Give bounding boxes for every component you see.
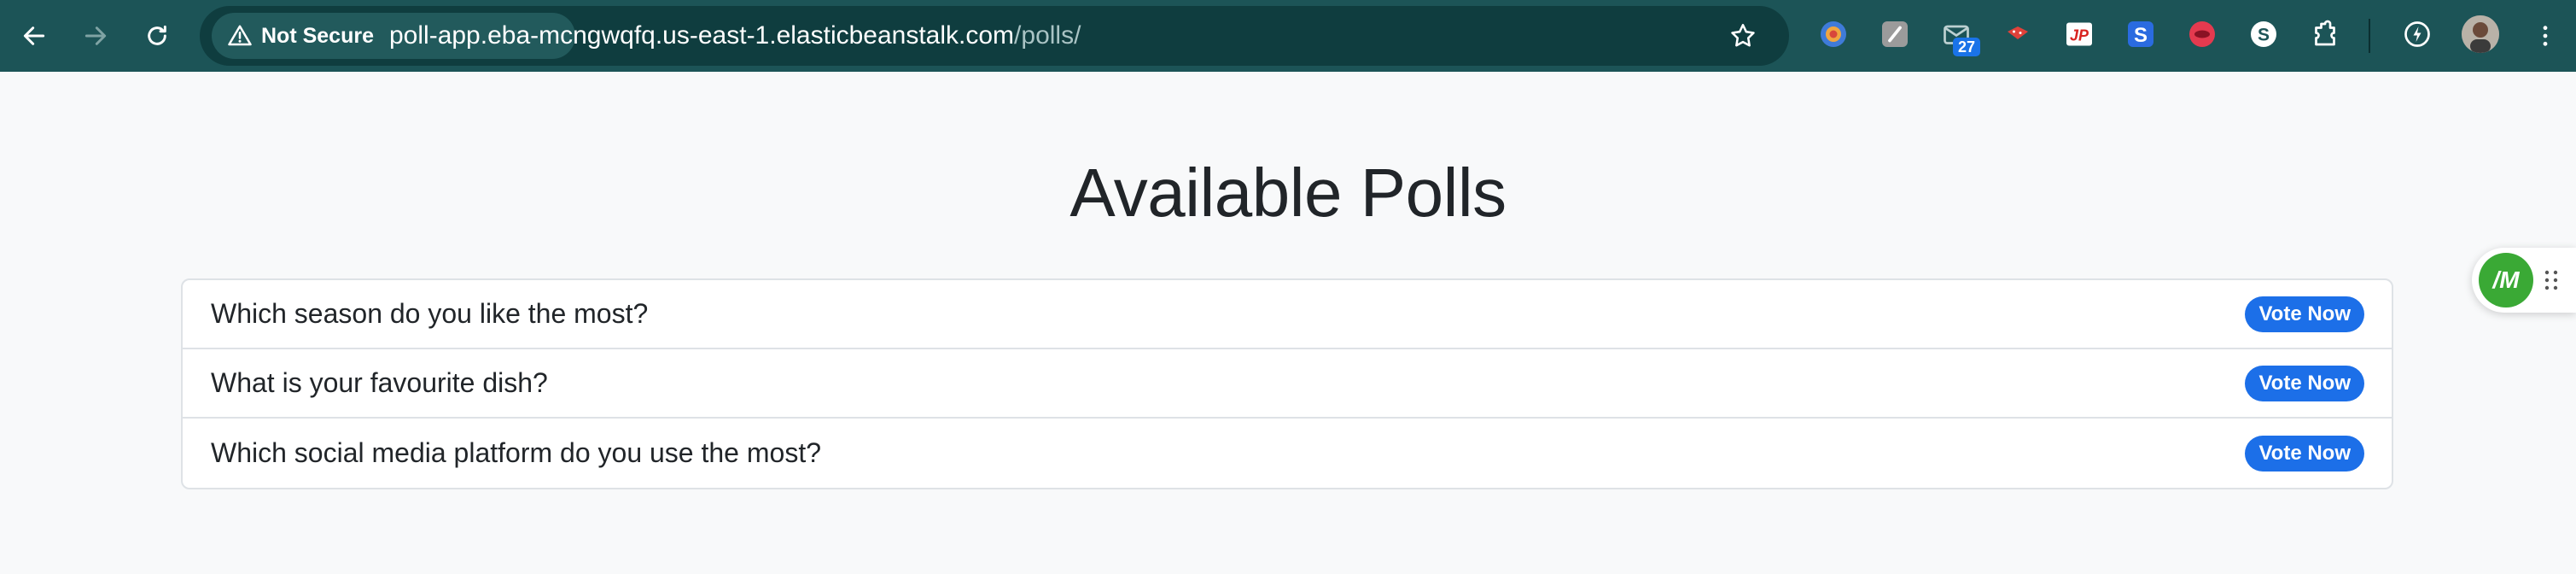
bookmark-button[interactable] (1728, 20, 1758, 51)
svg-text:JP: JP (2070, 27, 2089, 44)
floating-assistant-widget[interactable]: /M (2472, 248, 2576, 313)
svg-text:S: S (2134, 24, 2148, 47)
extension-s-blue-icon[interactable]: S (2124, 17, 2158, 51)
toolbar-divider (2369, 19, 2370, 53)
forward-button[interactable] (75, 15, 116, 56)
reload-button[interactable] (137, 15, 178, 56)
extension-red-eye-icon[interactable] (2185, 17, 2219, 51)
widget-logo[interactable]: /M (2479, 253, 2533, 308)
vote-now-button[interactable]: Vote Now (2245, 435, 2364, 472)
warning-icon (228, 25, 252, 46)
url-host: poll-app.eba-mcngwqfq.us-east-1.elasticb… (389, 21, 1015, 50)
profile-avatar[interactable] (2462, 15, 2499, 53)
star-icon (1731, 23, 1755, 47)
poll-list-item: Which social media platform do you use t… (183, 419, 2392, 488)
drag-grip-icon[interactable] (2542, 268, 2561, 292)
back-arrow-icon (23, 26, 45, 45)
mail-count-badge: 27 (1953, 38, 1980, 56)
extension-target-icon[interactable] (1816, 17, 1850, 51)
poll-question: What is your favourite dish? (211, 367, 548, 398)
extension-jp-icon[interactable]: JP (2062, 17, 2096, 51)
performance-bolt-icon[interactable] (2400, 17, 2434, 51)
forward-arrow-icon (85, 26, 107, 45)
poll-list-item: What is your favourite dish? Vote Now (183, 349, 2392, 419)
security-label: Not Secure (261, 23, 374, 48)
poll-question: Which social media platform do you use t… (211, 437, 821, 468)
widget-logo-text: /M (2492, 266, 2520, 293)
extensions-puzzle-icon[interactable] (2308, 17, 2342, 51)
extension-s-circle-icon[interactable]: S (2247, 17, 2281, 51)
page-title: Available Polls (1069, 155, 1507, 231)
kebab-menu-icon (2543, 26, 2548, 46)
extension-dice-icon[interactable] (2001, 17, 2035, 51)
browser-toolbar: Not Secure poll-app.eba-mcngwqfq.us-east… (0, 0, 2576, 72)
extension-note-icon[interactable] (1878, 17, 1912, 51)
vote-now-button[interactable]: Vote Now (2245, 365, 2364, 401)
poll-question: Which season do you like the most? (211, 298, 649, 329)
extension-mail-icon[interactable]: 27 (1939, 17, 1980, 56)
url-path: /polls/ (1014, 21, 1081, 50)
browser-menu-button[interactable] (2526, 15, 2564, 56)
poll-list-item: Which season do you like the most? Vote … (183, 280, 2392, 349)
vote-now-button[interactable]: Vote Now (2245, 296, 2364, 332)
reload-icon (148, 25, 166, 45)
url-text[interactable]: poll-app.eba-mcngwqfq.us-east-1.elasticb… (389, 6, 1081, 66)
svg-text:S: S (2258, 26, 2270, 45)
poll-list: Which season do you like the most? Vote … (181, 278, 2393, 489)
back-button[interactable] (14, 15, 55, 56)
address-bar[interactable]: Not Secure poll-app.eba-mcngwqfq.us-east… (200, 6, 1789, 66)
